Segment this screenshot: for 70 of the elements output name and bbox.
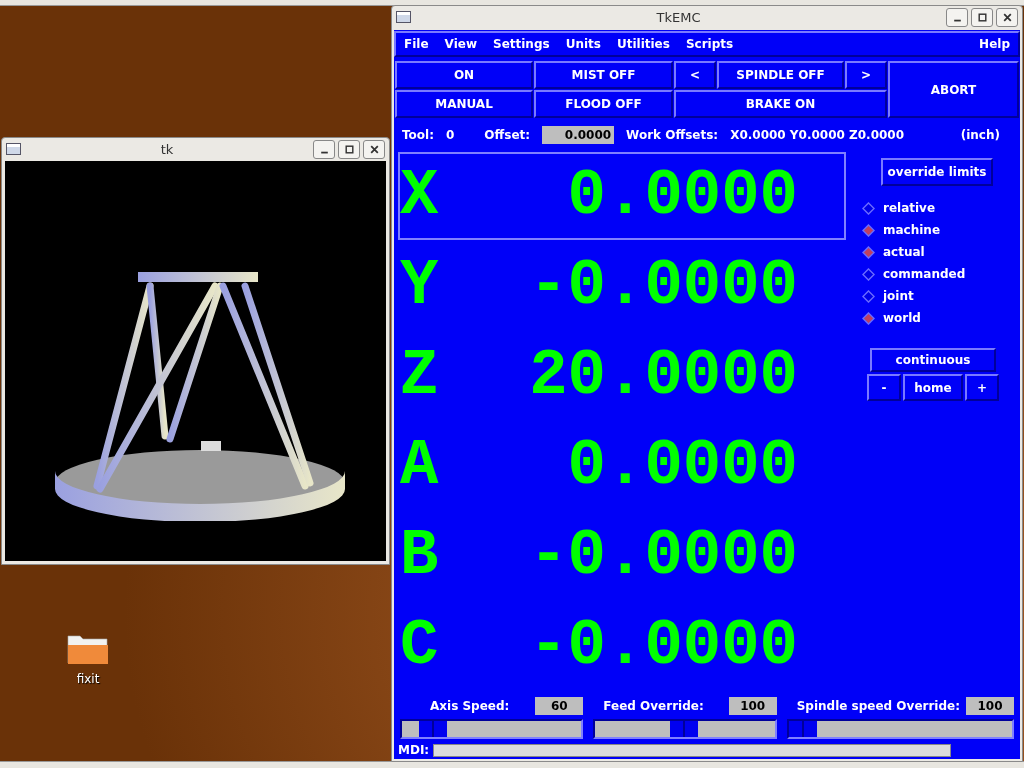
radio-indicator[interactable] [862, 289, 875, 303]
menu-item[interactable]: View [444, 37, 477, 51]
mdi-input-field[interactable] [433, 743, 952, 757]
abort-button[interactable]: ABORT [888, 61, 1019, 118]
radio-label[interactable]: actual [883, 245, 925, 259]
window-title: TkEMC [655, 9, 702, 25]
work-offsets-label: Work Offsets: [626, 128, 719, 142]
spindle-increase-button[interactable]: > [845, 61, 887, 89]
axis-readout[interactable]: C -0.0000 [398, 602, 846, 690]
menu-item[interactable]: Help [979, 37, 1010, 51]
axis-readout[interactable]: Z 20.0000 [398, 332, 846, 420]
folder-label[interactable]: fixit [76, 672, 100, 686]
power-button[interactable]: ON [395, 61, 533, 89]
window-menu-icon[interactable] [6, 143, 21, 155]
radio-label[interactable]: world [883, 311, 921, 325]
radio-indicator[interactable] [862, 267, 875, 281]
maximize-icon[interactable] [338, 139, 360, 159]
mdi-label: MDI: [398, 743, 430, 757]
folder-icon[interactable] [67, 632, 109, 666]
window-title: tk [159, 141, 175, 157]
slider-value: 100 [728, 697, 777, 715]
radio-label[interactable]: relative [883, 201, 936, 215]
radio-indicator[interactable] [862, 245, 875, 259]
axis-readout[interactable]: Y -0.0000 [398, 242, 846, 330]
slider-value: 60 [535, 697, 584, 715]
slider-value: 100 [966, 697, 1014, 715]
menu-item[interactable]: Scripts [685, 37, 734, 51]
close-icon[interactable] [363, 139, 385, 159]
jog-mode-button[interactable]: continuous [870, 348, 996, 372]
home-button[interactable]: home [903, 374, 963, 401]
jog-minus-button[interactable]: - [867, 374, 901, 401]
radio-label[interactable]: commanded [883, 267, 966, 281]
slider-thumb[interactable] [788, 721, 817, 737]
jog-plus-button[interactable]: + [965, 374, 999, 401]
slider-label: Spindle speed Override: [796, 699, 960, 713]
slider-track[interactable] [786, 719, 1014, 739]
override-limits-button[interactable]: override limits [881, 158, 993, 186]
tool-label: Tool: [402, 128, 434, 142]
axis-readout[interactable]: A 0.0000 [398, 422, 846, 510]
radio-indicator[interactable] [862, 201, 875, 215]
maximize-icon[interactable] [971, 7, 993, 27]
flood-button[interactable]: FLOOD OFF [534, 90, 673, 118]
menu-item[interactable]: File [404, 37, 429, 51]
radio-indicator[interactable] [862, 223, 875, 237]
tool-number: 0 [446, 128, 455, 142]
mode-button[interactable]: MANUAL [395, 90, 533, 118]
work-offsets-value: X0.0000 Y0.0000 Z0.0000 [730, 128, 905, 142]
axis-readout[interactable]: X 0.0000 [398, 152, 846, 240]
offset-field[interactable]: 0.0000 [542, 126, 615, 144]
slider-label: Feed Override: [603, 699, 704, 713]
window-menu-icon[interactable] [396, 11, 411, 23]
spindle-decrease-button[interactable]: < [674, 61, 716, 89]
axis-readout[interactable]: B -0.0000 [398, 512, 846, 600]
close-icon[interactable] [996, 7, 1018, 27]
offset-label: Offset: [484, 128, 531, 142]
slider-thumb[interactable] [669, 721, 698, 737]
menu-item[interactable]: Units [565, 37, 601, 51]
slider-thumb[interactable] [418, 721, 447, 737]
menu-item[interactable]: Settings [493, 37, 550, 51]
brake-button[interactable]: BRAKE ON [674, 90, 887, 118]
slider-track[interactable] [400, 719, 584, 739]
slider-label: Axis Speed: [430, 699, 510, 713]
slider-track[interactable] [593, 719, 777, 739]
mist-button[interactable]: MIST OFF [534, 61, 673, 89]
menu-item[interactable]: Utilities [616, 37, 670, 51]
units-label: (inch) [960, 128, 1000, 142]
radio-label[interactable]: machine [883, 223, 941, 237]
spindle-button[interactable]: SPINDLE OFF [717, 61, 844, 89]
radio-indicator[interactable] [862, 311, 875, 325]
radio-label[interactable]: joint [883, 289, 914, 303]
